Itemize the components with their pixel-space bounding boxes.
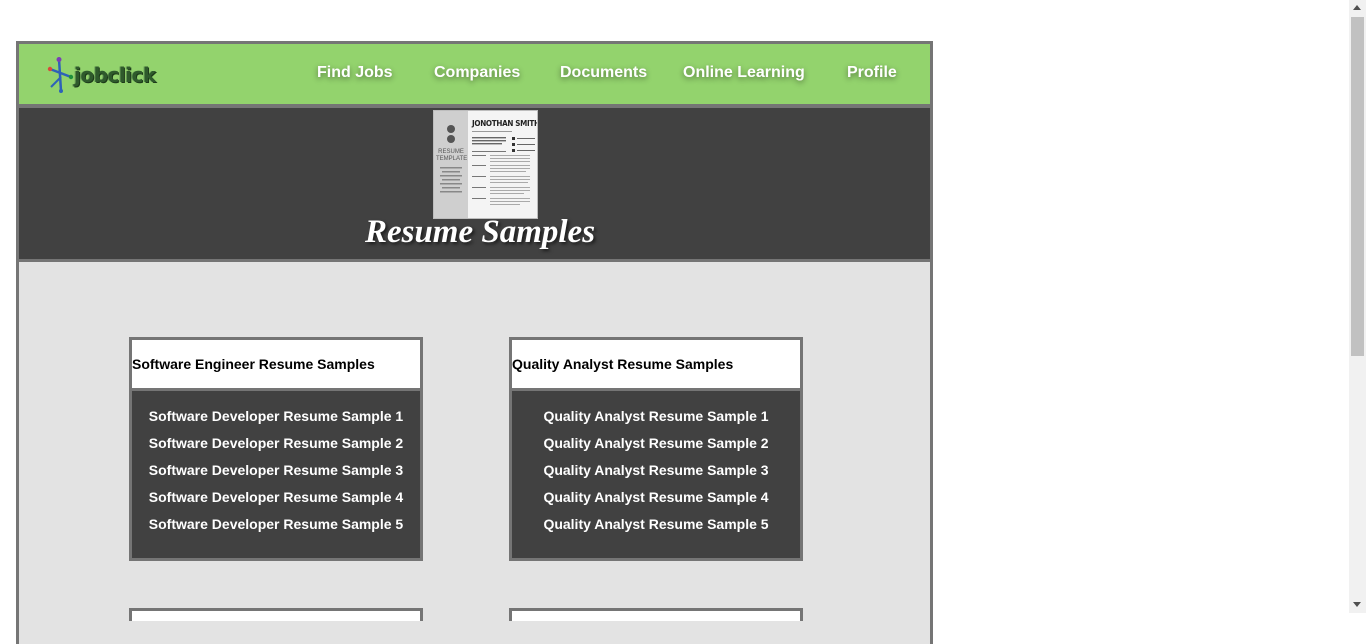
page-title: Resume Samples bbox=[364, 214, 596, 250]
scrollbar-thumb[interactable] bbox=[1351, 17, 1364, 356]
page-frame: jobclick Find Jobs Companies Documents O… bbox=[16, 41, 933, 644]
nav-find-jobs[interactable]: Find Jobs bbox=[317, 64, 393, 82]
card-header: Quality Analyst Resume Samples bbox=[512, 340, 800, 391]
resume-sample-link[interactable]: Quality Analyst Resume Sample 3 bbox=[512, 462, 800, 478]
card-software-engineer: Software Engineer Resume Samples Softwar… bbox=[129, 337, 423, 561]
resume-sample-link[interactable]: Software Developer Resume Sample 3 bbox=[132, 462, 420, 478]
scroll-up-arrow-icon[interactable] bbox=[1353, 5, 1361, 10]
resume-sample-link[interactable]: Software Developer Resume Sample 1 bbox=[132, 408, 420, 424]
hero-banner: RESUME TEMPLATE JONOTHAN SMITH Resume Sa… bbox=[19, 108, 930, 262]
thumbnail-side-title: RESUME TEMPLATE bbox=[436, 149, 468, 162]
scroll-down-arrow-icon[interactable] bbox=[1353, 602, 1361, 607]
logo-text: jobclick bbox=[74, 63, 156, 87]
nav-profile[interactable]: Profile bbox=[847, 64, 897, 82]
resume-sample-link[interactable]: Quality Analyst Resume Sample 2 bbox=[512, 435, 800, 451]
resume-sample-link[interactable]: Software Developer Resume Sample 4 bbox=[132, 489, 420, 505]
resume-sample-link[interactable]: Software Developer Resume Sample 2 bbox=[132, 435, 420, 451]
resume-sample-link[interactable]: Quality Analyst Resume Sample 4 bbox=[512, 489, 800, 505]
nav-online-learning[interactable]: Online Learning bbox=[683, 64, 805, 82]
resume-sample-link[interactable]: Software Developer Resume Sample 5 bbox=[132, 516, 420, 532]
resume-thumbnail-image: RESUME TEMPLATE JONOTHAN SMITH bbox=[433, 110, 538, 219]
stick-figure-icon bbox=[47, 57, 74, 93]
nav-documents[interactable]: Documents bbox=[560, 64, 647, 82]
resume-sample-link[interactable]: Quality Analyst Resume Sample 1 bbox=[512, 408, 800, 424]
thumbnail-sidebar-graphics bbox=[440, 125, 462, 193]
vertical-scrollbar[interactable] bbox=[1349, 0, 1366, 613]
nav-companies[interactable]: Companies bbox=[434, 64, 520, 82]
resume-sample-link[interactable]: Quality Analyst Resume Sample 5 bbox=[512, 516, 800, 532]
card-quality-analyst: Quality Analyst Resume Samples Quality A… bbox=[509, 337, 803, 561]
card-title: Quality Analyst Resume Samples bbox=[512, 356, 734, 372]
card-header: Software Engineer Resume Samples bbox=[132, 340, 420, 391]
thumbnail-text-lines bbox=[472, 131, 535, 205]
card-partial bbox=[129, 608, 423, 621]
card-partial bbox=[509, 608, 803, 621]
top-navbar: jobclick Find Jobs Companies Documents O… bbox=[19, 44, 930, 108]
jobclick-logo[interactable]: jobclick bbox=[47, 57, 172, 93]
card-title: Software Engineer Resume Samples bbox=[132, 356, 375, 372]
